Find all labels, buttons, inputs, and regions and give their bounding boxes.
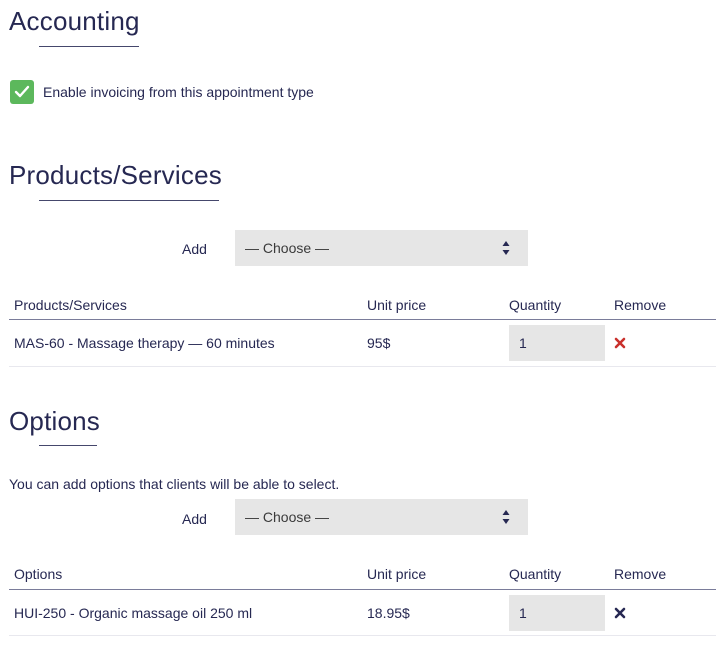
products-title: Products/Services [9, 160, 222, 190]
enable-invoicing-label[interactable]: Enable invoicing from this appointment t… [43, 84, 314, 100]
options-col-name: Options [14, 566, 63, 582]
products-add-label: Add [182, 241, 207, 257]
options-row-quantity-input[interactable]: 1 [509, 595, 605, 631]
options-row-unit-price: 18.95$ [367, 605, 410, 621]
products-header-divider [9, 319, 716, 320]
products-col-quantity: Quantity [509, 297, 562, 313]
products-col-unit-price: Unit price [367, 297, 427, 313]
options-row-name: HUI-250 - Organic massage oil 250 ml [14, 605, 253, 621]
enable-invoicing-checkbox[interactable] [10, 80, 34, 104]
select-arrows-icon [502, 510, 510, 524]
options-add-label: Add [182, 511, 207, 527]
options-add-select-value: — Choose — [245, 509, 330, 525]
products-row-quantity-value: 1 [519, 335, 527, 351]
products-row-divider [9, 366, 716, 367]
options-col-remove: Remove [614, 566, 667, 582]
products-row-quantity-input[interactable]: 1 [509, 325, 605, 361]
products-add-select[interactable]: — Choose — [235, 230, 528, 266]
products-add-select-value: — Choose — [245, 240, 330, 256]
options-title-underline [39, 445, 97, 446]
products-row-unit-price: 95$ [367, 335, 391, 351]
options-note: You can add options that clients will be… [9, 476, 340, 492]
options-col-unit-price: Unit price [367, 566, 427, 582]
remove-x-icon[interactable] [614, 607, 626, 619]
accounting-title-underline [39, 46, 139, 47]
options-title: Options [9, 406, 101, 436]
remove-x-icon[interactable] [614, 337, 626, 349]
select-arrows-icon [502, 241, 510, 255]
options-header-divider [9, 589, 716, 590]
options-add-select[interactable]: — Choose — [235, 499, 528, 535]
checkmark-icon [14, 85, 30, 98]
products-col-name: Products/Services [14, 297, 127, 313]
products-col-remove: Remove [614, 297, 667, 313]
options-col-quantity: Quantity [509, 566, 562, 582]
options-row-quantity-value: 1 [519, 605, 527, 621]
products-row-name: MAS-60 - Massage therapy — 60 minutes [14, 335, 275, 351]
products-title-underline [39, 200, 219, 201]
options-row-divider [9, 635, 716, 636]
accounting-title: Accounting [9, 6, 140, 36]
